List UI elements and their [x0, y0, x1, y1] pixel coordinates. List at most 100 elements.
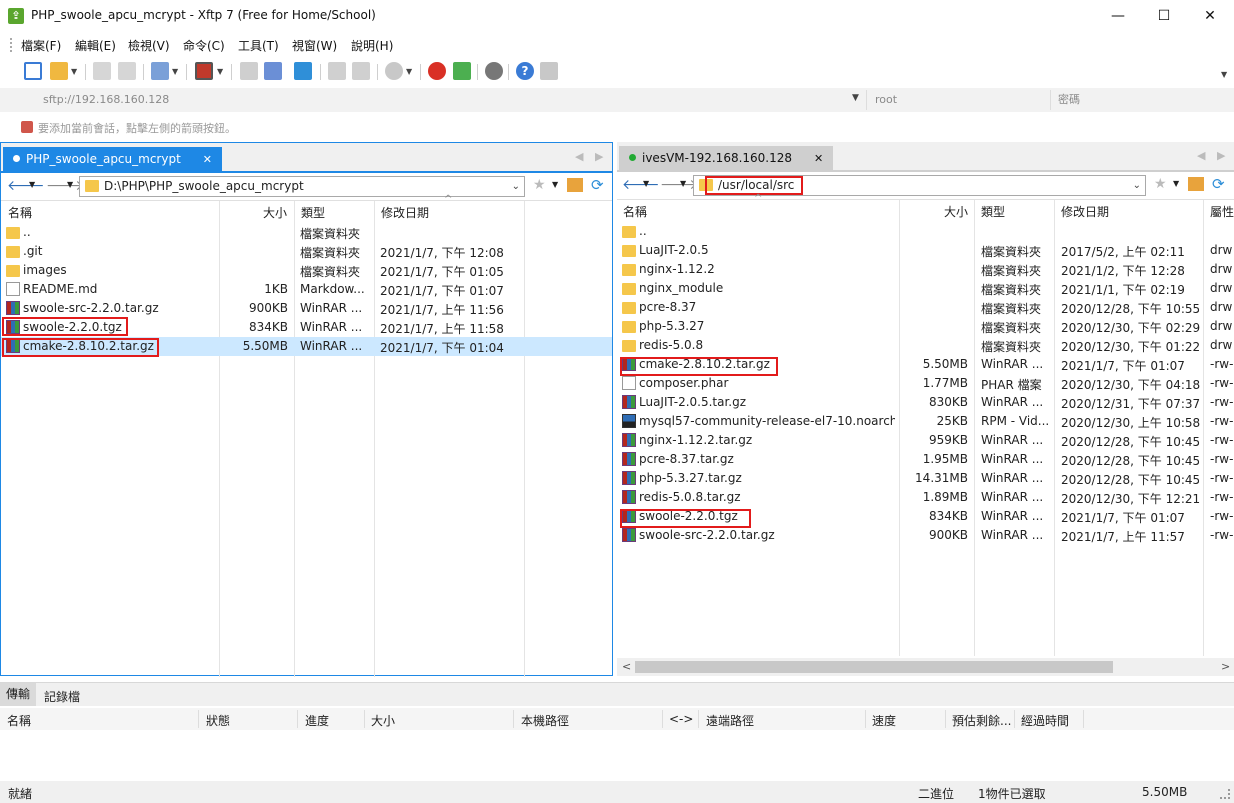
file-row[interactable]: ..	[617, 222, 1234, 241]
refresh-icon[interactable]: ⟳	[591, 176, 604, 194]
col-name[interactable]: 名稱	[7, 712, 31, 729]
file-row[interactable]: composer.phar 1.77MB PHAR 檔案 2020/12/30, 下午…	[617, 374, 1234, 393]
file-row[interactable]: nginx_module 檔案資料夾 2021/1/1, 下午 02:19 drw	[617, 279, 1234, 298]
close-button[interactable]: ✕	[1187, 0, 1233, 32]
menu-window[interactable]: 視窗(W)	[292, 37, 337, 54]
col-speed[interactable]: 速度	[872, 712, 896, 729]
file-row[interactable]: images 檔案資料夾 2021/1/7, 下午 01:05	[1, 261, 612, 280]
sync-icon[interactable]	[294, 62, 312, 80]
col-local-path[interactable]: 本機路徑	[521, 712, 569, 729]
file-row[interactable]: LuaJIT-2.0.5.tar.gz 830KB WinRAR ... 2020/1…	[617, 393, 1234, 412]
refresh-icon[interactable]: ⟳	[1212, 175, 1225, 193]
tab-transfer[interactable]: 傳輸	[0, 683, 36, 706]
menu-edit[interactable]: 編輯(E)	[75, 37, 116, 54]
terminal-dropdown-icon[interactable]: ▼	[217, 67, 223, 76]
new-tab-dropdown-icon[interactable]: ▼	[172, 67, 178, 76]
download-icon[interactable]	[264, 62, 282, 80]
back-arrow-icon[interactable]: 🡐	[7, 177, 45, 194]
scrollbar-thumb[interactable]	[635, 661, 1113, 673]
tab-remote[interactable]: ivesVM-192.168.160.128 ✕	[619, 146, 834, 170]
tab-scroll-left-icon[interactable]: ◀	[575, 150, 583, 163]
file-row[interactable]: mysql57-community-release-el7-10.noarch.…	[617, 412, 1234, 431]
file-row[interactable]: LuaJIT-2.0.5 檔案資料夾 2017/5/2, 上午 02:11 drw	[617, 241, 1234, 260]
local-path-field[interactable]: D:\PHP\PHP_swoole_apcu_mcrypt ⌄	[79, 176, 525, 197]
file-row[interactable]: .git 檔案資料夾 2021/1/7, 下午 12:08	[1, 242, 612, 261]
file-row[interactable]: redis-5.0.8.tar.gz 1.89MB WinRAR ... 2020/1…	[617, 488, 1234, 507]
terminal-icon[interactable]	[195, 62, 213, 80]
scroll-right-icon[interactable]: >	[1221, 660, 1230, 673]
bookmark-icon[interactable]	[21, 121, 33, 133]
copy-icon[interactable]	[352, 62, 370, 80]
tab-local[interactable]: PHP_swoole_apcu_mcrypt ✕	[3, 147, 222, 171]
col-date[interactable]: 修改日期	[1061, 203, 1109, 220]
help-icon[interactable]: ?	[516, 62, 534, 80]
back-arrow-icon[interactable]: 🡐	[622, 176, 660, 193]
forward-dropdown-icon[interactable]: ▼	[680, 179, 686, 188]
horizontal-scrollbar[interactable]: < >	[617, 658, 1234, 676]
forward-arrow-icon[interactable]: 🡒	[46, 177, 84, 194]
disconnect-icon[interactable]	[118, 62, 136, 80]
path-dropdown-icon[interactable]: ⌄	[1133, 176, 1141, 195]
file-row[interactable]: pcre-8.37 檔案資料夾 2020/12/28, 下午 10:55 drw	[617, 298, 1234, 317]
username-input[interactable]: root	[869, 90, 1049, 110]
print-icon[interactable]	[328, 62, 346, 80]
file-row[interactable]: nginx-1.12.2.tar.gz 959KB WinRAR ... 2020/1…	[617, 431, 1234, 450]
password-input[interactable]: 密碼	[1052, 90, 1234, 110]
xftp-icon[interactable]	[453, 62, 471, 80]
col-size[interactable]: 大小	[944, 203, 968, 220]
col-size[interactable]: 大小	[371, 712, 395, 729]
file-row[interactable]: php-5.3.27 檔案資料夾 2020/12/30, 下午 02:29 drw	[617, 317, 1234, 336]
tab-scroll-right-icon[interactable]: ▶	[1217, 149, 1225, 162]
col-name[interactable]: 名稱	[623, 203, 647, 220]
back-dropdown-icon[interactable]: ▼	[643, 179, 649, 188]
col-type[interactable]: 類型	[981, 203, 1005, 220]
minimize-button[interactable]: —	[1095, 0, 1141, 32]
tab-scroll-left-icon[interactable]: ◀	[1197, 149, 1205, 162]
col-progress[interactable]: 進度	[305, 712, 329, 729]
new-session-icon[interactable]	[24, 62, 42, 80]
upload-icon[interactable]	[240, 62, 258, 80]
maximize-button[interactable]: ☐	[1141, 0, 1187, 32]
tab-log[interactable]: 記錄檔	[44, 688, 80, 705]
star-icon[interactable]: ★	[533, 177, 546, 193]
menu-command[interactable]: 命令(C)	[183, 37, 225, 54]
host-dropdown-icon[interactable]: ▼	[852, 93, 859, 103]
menu-tools[interactable]: 工具(T)	[238, 37, 279, 54]
col-remote-path[interactable]: 遠端路徑	[706, 712, 754, 729]
connect-icon[interactable]	[93, 62, 111, 80]
file-row[interactable]: README.md 1KB Markdow... 2021/1/7, 下午 01:07	[1, 280, 612, 299]
col-date[interactable]: 修改日期	[381, 204, 429, 221]
open-dropdown-icon[interactable]: ▼	[71, 67, 77, 76]
gear-icon[interactable]	[485, 62, 503, 80]
path-dropdown-icon[interactable]: ⌄	[512, 177, 520, 196]
toolbar-overflow-icon[interactable]: ▼	[1221, 70, 1227, 79]
home-icon[interactable]	[567, 178, 583, 192]
forward-arrow-icon[interactable]: 🡒	[660, 176, 698, 193]
open-folder-icon[interactable]	[50, 62, 68, 80]
host-input[interactable]: sftp://192.168.160.128	[37, 90, 865, 110]
file-row[interactable]: .. 檔案資料夾	[1, 223, 612, 242]
menu-view[interactable]: 檢視(V)	[128, 37, 170, 54]
menu-file[interactable]: 檔案(F)	[21, 37, 61, 54]
chat-icon[interactable]	[540, 62, 558, 80]
back-dropdown-icon[interactable]: ▼	[29, 180, 35, 189]
close-tab-icon[interactable]: ✕	[203, 153, 212, 166]
col-eta[interactable]: 預估剩餘...	[952, 712, 1011, 729]
transfer-status-icon[interactable]	[385, 62, 403, 80]
menu-help[interactable]: 說明(H)	[351, 37, 393, 54]
star-icon[interactable]: ★	[1154, 176, 1167, 192]
favorites-dropdown-icon[interactable]: ▼	[1173, 179, 1179, 188]
forward-dropdown-icon[interactable]: ▼	[67, 180, 73, 189]
home-icon[interactable]	[1188, 177, 1204, 191]
file-row[interactable]: pcre-8.37.tar.gz 1.95MB WinRAR ... 2020/12/…	[617, 450, 1234, 469]
file-row[interactable]: nginx-1.12.2 檔案資料夾 2021/1/2, 下午 12:28 drw	[617, 260, 1234, 279]
col-size[interactable]: 大小	[263, 204, 287, 221]
col-direction[interactable]: <->	[669, 712, 693, 726]
col-type[interactable]: 類型	[301, 204, 325, 221]
col-name[interactable]: 名稱	[8, 204, 32, 221]
close-tab-icon[interactable]: ✕	[814, 152, 823, 165]
col-elapsed[interactable]: 經過時間	[1021, 712, 1069, 729]
file-row[interactable]: swoole-src-2.2.0.tar.gz 900KB WinRAR ... 20…	[617, 526, 1234, 545]
new-tab-icon[interactable]	[151, 62, 169, 80]
col-status[interactable]: 狀態	[206, 712, 230, 729]
